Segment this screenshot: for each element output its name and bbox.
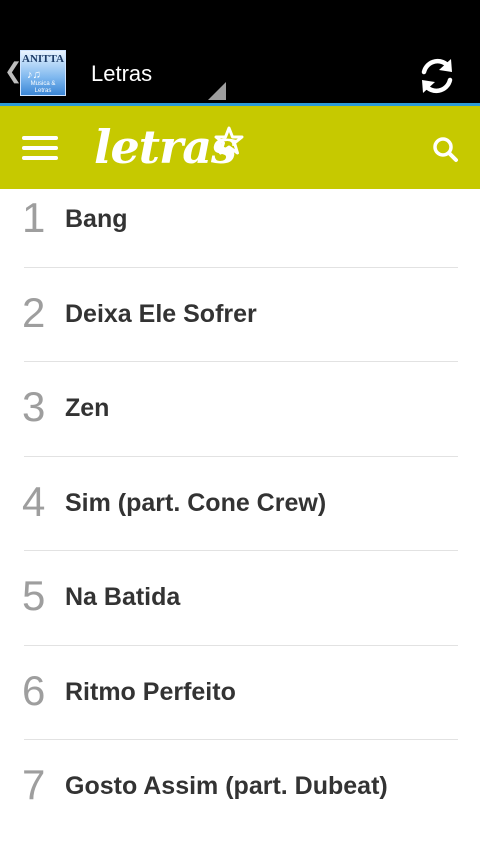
star-icon — [214, 126, 244, 155]
action-bar: ❮ ANITTA ♪♫ Musica & Letras Letras — [0, 38, 480, 106]
music-notes-icon: ♪♫ — [27, 69, 41, 81]
status-bar — [0, 0, 480, 38]
song-title: Bang — [65, 205, 128, 233]
song-number: 4 — [22, 477, 46, 525]
brand-bar: letras — [0, 106, 480, 189]
song-row[interactable]: 7 Gosto Assim (part. Dubeat) — [0, 756, 480, 851]
row-divider — [24, 739, 458, 740]
song-row[interactable]: 3 Zen — [0, 378, 480, 473]
song-title: Sim (part. Cone Crew) — [65, 488, 327, 517]
app-icon-title: ANITTA — [22, 53, 64, 65]
app-icon[interactable]: ANITTA ♪♫ Musica & Letras — [20, 50, 66, 96]
song-number: 3 — [22, 383, 46, 430]
song-row[interactable]: 6 Ritmo Perfeito — [0, 662, 480, 757]
row-divider — [24, 644, 458, 646]
app-icon-line1: Musica & — [30, 81, 56, 87]
song-title: Deixa Ele Sofrer — [65, 299, 257, 328]
song-row[interactable]: 2 Deixa Ele Sofrer — [0, 284, 480, 379]
row-divider — [24, 550, 458, 551]
song-title: Zen — [65, 394, 110, 422]
song-title: Ritmo Perfeito — [65, 677, 236, 706]
spinner-dropdown-indicator-icon[interactable] — [208, 82, 226, 100]
song-number: 6 — [22, 666, 46, 714]
song-list: 1 Bang 2 Deixa Ele Sofrer 3 Zen 4 Sim (p… — [0, 189, 480, 851]
refresh-icon[interactable] — [416, 55, 458, 97]
navigation-spinner-title[interactable]: Letras — [91, 60, 152, 88]
hamburger-menu-icon[interactable] — [22, 136, 58, 162]
search-icon[interactable] — [430, 134, 460, 164]
row-divider — [24, 455, 458, 457]
app-icon-line2: Letras — [34, 88, 52, 94]
song-number: 2 — [22, 288, 46, 336]
song-number: 7 — [22, 761, 46, 808]
song-row[interactable]: 5 Na Batida — [0, 567, 480, 662]
song-title: Gosto Assim (part. Dubeat) — [65, 772, 388, 800]
song-row[interactable]: 4 Sim (part. Cone Crew) — [0, 473, 480, 568]
song-row[interactable]: 1 Bang — [0, 189, 480, 284]
row-divider — [24, 361, 458, 362]
song-number: 1 — [22, 194, 46, 241]
song-title: Na Batida — [65, 583, 181, 611]
row-divider — [24, 266, 458, 268]
song-number: 5 — [22, 572, 46, 619]
